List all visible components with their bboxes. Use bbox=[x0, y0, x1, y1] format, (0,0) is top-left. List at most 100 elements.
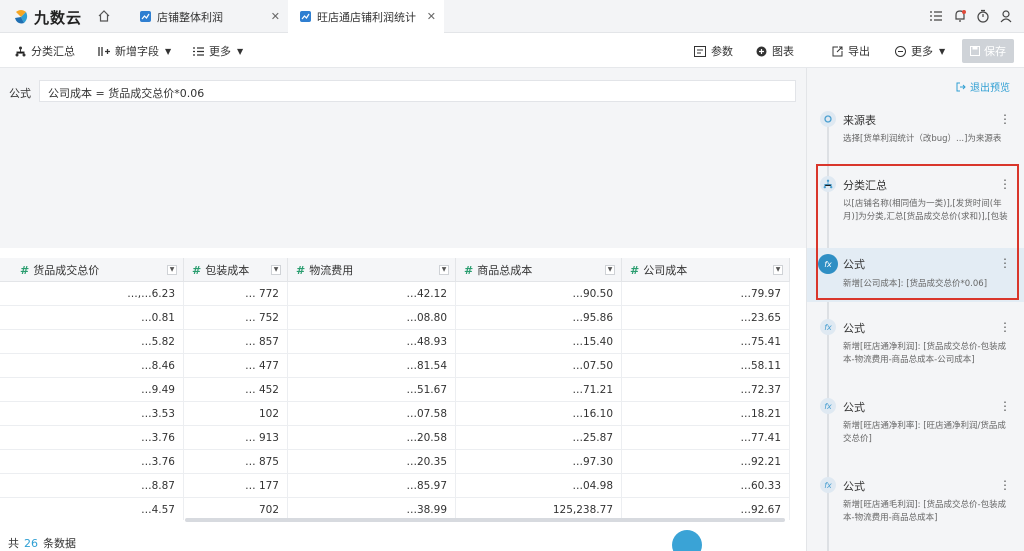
tab-store-profit[interactable]: 店铺整体利润 ✕ bbox=[128, 0, 288, 33]
table-cell[interactable]: … 772 bbox=[184, 282, 288, 306]
table-cell[interactable]: … 752 bbox=[184, 306, 288, 330]
step-source[interactable]: 来源表 ⋮ 选择[货单利润统计（改bug）...]为来源表 bbox=[807, 111, 1024, 171]
table-cell[interactable]: … 177 bbox=[184, 474, 288, 498]
table-cell[interactable]: …71.21 bbox=[456, 378, 622, 402]
close-icon[interactable]: ✕ bbox=[271, 10, 280, 23]
table-cell[interactable]: …07.50 bbox=[456, 354, 622, 378]
table-cell[interactable]: … 452 bbox=[184, 378, 288, 402]
table-cell[interactable]: …58.11 bbox=[622, 354, 790, 378]
table-cell[interactable]: …95.86 bbox=[456, 306, 622, 330]
table-cell[interactable]: …,…6.23 bbox=[12, 282, 184, 306]
dropdown-icon[interactable]: ▼ bbox=[439, 265, 449, 275]
table-row[interactable]: …9.49… 452 …51.67 …71.21 …72.37 bbox=[0, 378, 790, 402]
table-cell[interactable]: …25.87 bbox=[456, 426, 622, 450]
table-cell[interactable]: …15.40 bbox=[456, 330, 622, 354]
floating-action-button[interactable] bbox=[672, 530, 702, 551]
table-row[interactable]: …0.81… 752 …08.80 …95.86 …23.65 bbox=[0, 306, 790, 330]
table-cell[interactable]: …9.49 bbox=[12, 378, 184, 402]
more-vertical-icon[interactable]: ⋮ bbox=[999, 399, 1011, 413]
params-button[interactable]: 参数 bbox=[694, 43, 733, 59]
tab-wdt-store-profit[interactable]: 旺店通店铺利润统计 ✕ bbox=[288, 0, 444, 33]
table-cell[interactable]: … 477 bbox=[184, 354, 288, 378]
column-header[interactable]: # 包装成本 ▼ bbox=[184, 258, 288, 282]
table-cell[interactable]: …04.98 bbox=[456, 474, 622, 498]
column-header[interactable]: # 商品总成本 ▼ bbox=[456, 258, 622, 282]
table-cell[interactable]: …81.54 bbox=[288, 354, 456, 378]
table-cell[interactable]: …92.67 bbox=[622, 498, 790, 520]
table-cell[interactable]: …77.41 bbox=[622, 426, 790, 450]
table-cell[interactable]: 125,238.77 bbox=[456, 498, 622, 520]
table-row[interactable]: …3.76… 875 …20.35 …97.30 …92.21 bbox=[0, 450, 790, 474]
table-row[interactable]: …3.53 102 …07.58 …16.10 …18.21 bbox=[0, 402, 790, 426]
table-cell[interactable]: …97.30 bbox=[456, 450, 622, 474]
dropdown-icon[interactable]: ▼ bbox=[773, 265, 783, 275]
table-cell[interactable]: …3.76 bbox=[12, 426, 184, 450]
table-cell[interactable]: … 913 bbox=[184, 426, 288, 450]
column-header[interactable]: # 公司成本 ▼ bbox=[622, 258, 790, 282]
list-icon[interactable] bbox=[929, 9, 943, 23]
more-vertical-icon[interactable]: ⋮ bbox=[999, 478, 1011, 492]
horizontal-scrollbar[interactable] bbox=[185, 518, 785, 522]
table-cell[interactable]: …18.21 bbox=[622, 402, 790, 426]
table-cell[interactable]: …60.33 bbox=[622, 474, 790, 498]
table-cell[interactable]: 702 bbox=[184, 498, 288, 520]
table-cell[interactable]: …42.12 bbox=[288, 282, 456, 306]
table-cell[interactable]: …48.93 bbox=[288, 330, 456, 354]
table-cell[interactable]: …20.58 bbox=[288, 426, 456, 450]
table-cell[interactable]: …90.50 bbox=[456, 282, 622, 306]
dropdown-icon[interactable]: ▼ bbox=[167, 265, 177, 275]
table-cell[interactable]: …8.46 bbox=[12, 354, 184, 378]
table-cell[interactable]: …38.99 bbox=[288, 498, 456, 520]
more-right-button[interactable]: 更多 ▼ bbox=[895, 43, 945, 59]
table-cell[interactable]: …75.41 bbox=[622, 330, 790, 354]
timer-icon[interactable] bbox=[976, 9, 990, 23]
table-cell[interactable]: …0.81 bbox=[12, 306, 184, 330]
export-button[interactable]: 导出 bbox=[832, 43, 870, 59]
table-cell[interactable]: …92.21 bbox=[622, 450, 790, 474]
table-cell[interactable]: … 857 bbox=[184, 330, 288, 354]
table-row[interactable]: …,…6.23… 772 …42.12 …90.50 …79.97 bbox=[0, 282, 790, 306]
notification-icon[interactable] bbox=[953, 9, 967, 23]
step-formula-net-margin[interactable]: fx 公式 ⋮ 新增[旺店通净利率]: [旺店通净利润/货品成交总价] bbox=[807, 398, 1024, 458]
chart-button[interactable]: 图表 bbox=[756, 43, 794, 59]
step-formula-net-profit[interactable]: fx 公式 ⋮ 新增[旺店通净利润]: [货品成交总价-包装成本-物流费用-商品… bbox=[807, 319, 1024, 389]
table-cell[interactable]: …07.58 bbox=[288, 402, 456, 426]
home-icon[interactable] bbox=[97, 9, 113, 25]
save-button[interactable]: 保存 bbox=[962, 39, 1014, 63]
table-row[interactable]: …3.76… 913 …20.58 …25.87 …77.41 bbox=[0, 426, 790, 450]
table-cell[interactable]: …79.97 bbox=[622, 282, 790, 306]
table-cell[interactable]: …85.97 bbox=[288, 474, 456, 498]
table-cell[interactable]: …72.37 bbox=[622, 378, 790, 402]
add-field-button[interactable]: 新增字段 ▼ bbox=[98, 43, 171, 59]
dropdown-icon[interactable]: ▼ bbox=[605, 265, 615, 275]
app-logo[interactable]: 九数云 bbox=[12, 6, 82, 28]
table-cell[interactable]: …23.65 bbox=[622, 306, 790, 330]
formula-input[interactable]: 公司成本 = 货品成交总价*0.06 bbox=[39, 80, 796, 102]
user-icon[interactable] bbox=[999, 9, 1013, 23]
more-vertical-icon[interactable]: ⋮ bbox=[999, 320, 1011, 334]
table-cell[interactable]: …08.80 bbox=[288, 306, 456, 330]
exit-preview-link[interactable]: 退出预览 bbox=[956, 79, 1010, 94]
table-row[interactable]: …4.57 702 …38.99 125,238.77 …92.67 bbox=[0, 498, 790, 520]
table-cell[interactable]: …20.35 bbox=[288, 450, 456, 474]
table-cell[interactable]: …3.53 bbox=[12, 402, 184, 426]
table-row[interactable]: …5.82… 857 …48.93 …15.40 …75.41 bbox=[0, 330, 790, 354]
column-header[interactable]: # 货品成交总价 ▼ bbox=[12, 258, 184, 282]
table-cell[interactable]: …4.57 bbox=[12, 498, 184, 520]
table-row[interactable]: …8.46… 477 …81.54 …07.50 …58.11 bbox=[0, 354, 790, 378]
table-cell[interactable]: …5.82 bbox=[12, 330, 184, 354]
group-summary-button[interactable]: 分类汇总 bbox=[15, 43, 75, 59]
table-cell[interactable]: …8.87 bbox=[12, 474, 184, 498]
more-vertical-icon[interactable]: ⋮ bbox=[999, 112, 1011, 126]
close-icon[interactable]: ✕ bbox=[427, 10, 436, 23]
more-left-button[interactable]: 更多 ▼ bbox=[193, 43, 243, 59]
table-cell[interactable]: … 875 bbox=[184, 450, 288, 474]
table-row[interactable]: …8.87… 177 …85.97 …04.98 …60.33 bbox=[0, 474, 790, 498]
table-cell[interactable]: …3.76 bbox=[12, 450, 184, 474]
dropdown-icon[interactable]: ▼ bbox=[271, 265, 281, 275]
table-cell[interactable]: …51.67 bbox=[288, 378, 456, 402]
step-formula-gross-profit[interactable]: fx 公式 ⋮ 新增[旺店通毛利润]: [货品成交总价-包装成本-物流费用-商品… bbox=[807, 477, 1024, 547]
column-header[interactable]: # 物流费用 ▼ bbox=[288, 258, 456, 282]
table-cell[interactable]: 102 bbox=[184, 402, 288, 426]
table-cell[interactable]: …16.10 bbox=[456, 402, 622, 426]
